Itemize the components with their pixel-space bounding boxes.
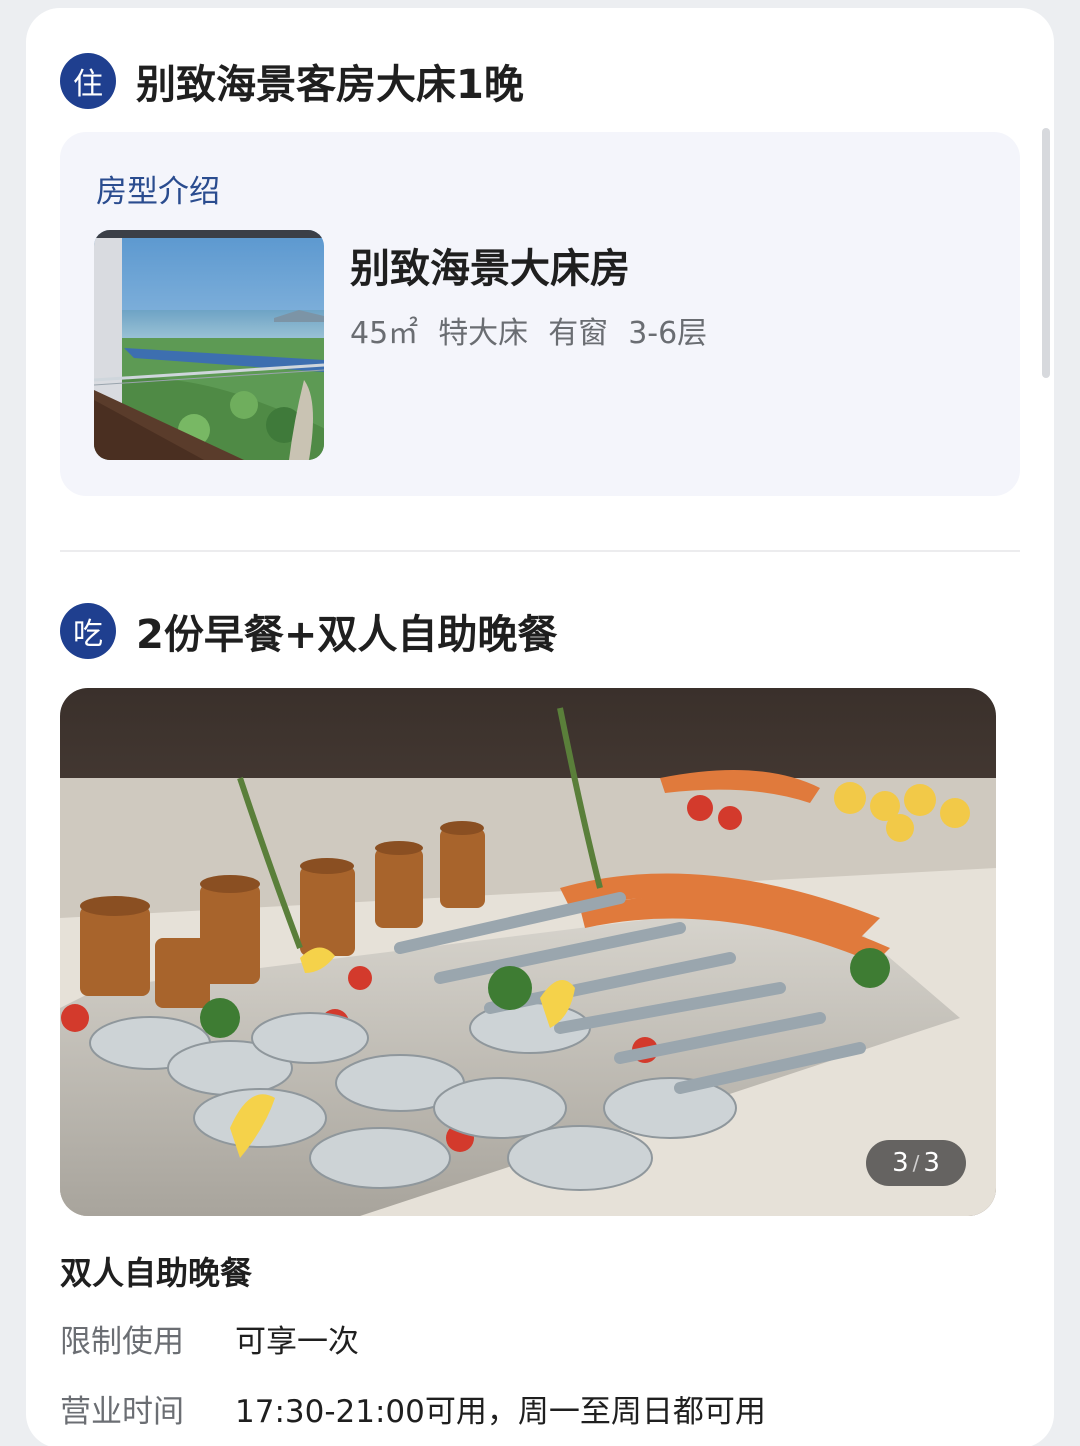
room-floors: 3-6层 [628,316,708,351]
ocean-view-balcony-icon [94,230,324,460]
eat-title: 2份早餐+双人自助晚餐 [136,612,558,658]
photo-counter-current: 3 [892,1148,909,1178]
business-hours-label: 营业时间 [60,1394,184,1430]
seafood-buffet-icon [60,688,996,1216]
usage-limit-row: 限制使用 可享一次 [60,1316,359,1361]
stay-section-header: 住 别致海景客房大床1晚 [60,52,524,110]
scrollbar[interactable] [1042,128,1050,378]
business-hours-row: 营业时间 17:30-21:00可用，周一至周日都可用 [60,1386,766,1431]
eat-badge-icon: 吃 [60,603,116,659]
usage-limit-label: 限制使用 [60,1324,184,1360]
room-window: 有窗 [548,316,609,351]
room-intro-box[interactable]: 房型介绍 别致海景大床房 45㎡ 特大床 有窗 3-6层 [60,132,1020,496]
package-detail-card: 住 别致海景客房大床1晚 房型介绍 别致海景大床房 45㎡ 特大床 有窗 3-6… [26,8,1054,1446]
room-thumbnail-image[interactable] [94,230,324,460]
section-divider [60,550,1020,552]
room-area: 45㎡ [350,316,419,351]
usage-limit-value: 可享一次 [235,1324,359,1360]
room-specs: 45㎡ 特大床 有窗 3-6层 [350,308,727,352]
food-photo-carousel[interactable]: 3 / 3 [60,688,996,1216]
photo-counter-total: 3 [923,1148,940,1178]
business-hours-value: 17:30-21:00可用，周一至周日都可用 [235,1394,766,1430]
room-bed-type: 特大床 [438,316,529,351]
room-intro-label: 房型介绍 [96,174,220,210]
meal-title: 双人自助晚餐 [60,1254,253,1292]
photo-counter-separator: / [912,1151,920,1175]
eat-section-header: 吃 2份早餐+双人自助晚餐 [60,602,557,660]
stay-badge-icon: 住 [60,53,116,109]
room-name: 别致海景大床房 [350,246,630,292]
photo-counter: 3 / 3 [866,1140,966,1186]
stay-title: 别致海景客房大床1晚 [136,62,524,108]
